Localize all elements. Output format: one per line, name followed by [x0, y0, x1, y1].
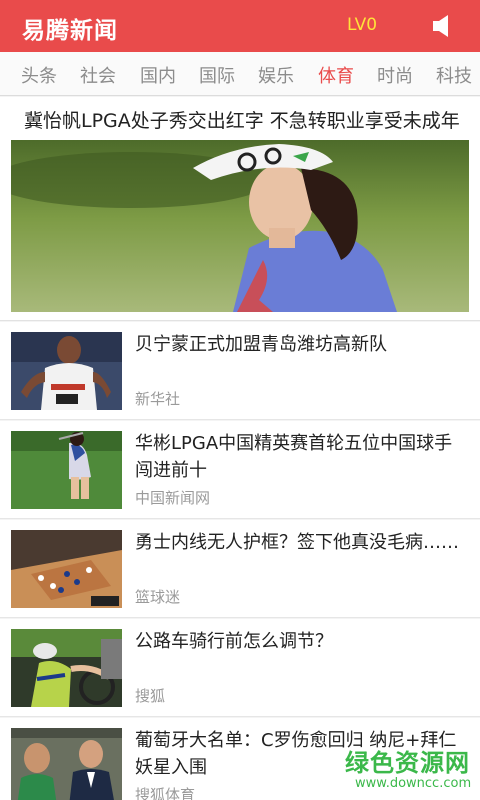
list-item[interactable]: 贝宁蒙正式加盟青岛潍坊高新队 新华社: [0, 322, 480, 420]
headline-image[interactable]: [11, 140, 469, 312]
headline-card[interactable]: 冀怡帆LPGA处子秀交出红字 不急转职业享受未成年: [0, 97, 480, 321]
news-title: 公路车骑行前怎么调节？: [135, 631, 333, 652]
tab-sports[interactable]: 体育: [318, 62, 354, 88]
news-title: 华彬LPGA中国精英赛首轮五位中国球手闯进前十: [135, 433, 453, 481]
tab-technology[interactable]: 科技: [436, 62, 472, 88]
news-thumbnail: [11, 629, 122, 707]
news-source: 篮球迷: [135, 588, 181, 606]
news-thumbnail: [11, 431, 122, 509]
list-item[interactable]: 勇士内线无人护框？签下他真没毛病…… 篮球迷: [0, 520, 480, 618]
watermark-url: www.downcc.com: [355, 776, 472, 791]
news-title: 勇士内线无人护框？签下他真没毛病……: [135, 532, 459, 553]
news-thumbnail: [11, 728, 122, 800]
tab-headlines[interactable]: 头条: [21, 62, 57, 88]
news-source: 新华社: [135, 390, 181, 408]
category-tabs: 头条 社会 国内 国际 娱乐 体育 时尚 科技: [0, 52, 480, 96]
user-level-badge[interactable]: LV0: [347, 15, 377, 35]
list-item[interactable]: 华彬LPGA中国精英赛首轮五位中国球手闯进前十 中国新闻网: [0, 421, 480, 519]
news-source: 中国新闻网: [135, 489, 211, 507]
watermark-title: 绿色资源网: [345, 749, 470, 777]
news-title: 贝宁蒙正式加盟青岛潍坊高新队: [135, 334, 387, 355]
tab-entertainment[interactable]: 娱乐: [258, 62, 294, 88]
site-watermark: 绿色资源网 www.downcc.com: [345, 743, 471, 797]
tab-domestic[interactable]: 国内: [140, 62, 176, 88]
speaker-icon[interactable]: [432, 15, 454, 37]
news-source: 搜狐: [135, 687, 166, 705]
news-source: 搜狐体育: [135, 786, 196, 800]
app-title: 易腾新闻: [22, 18, 118, 44]
app-header: 易腾新闻 LV0: [0, 0, 480, 52]
list-item[interactable]: 公路车骑行前怎么调节？ 搜狐: [0, 619, 480, 717]
news-thumbnail: [11, 332, 122, 410]
headline-title: 冀怡帆LPGA处子秀交出红字 不急转职业享受未成年: [24, 110, 460, 132]
tab-international[interactable]: 国际: [199, 62, 235, 88]
tab-fashion[interactable]: 时尚: [377, 62, 413, 88]
news-thumbnail: [11, 530, 122, 608]
tab-society[interactable]: 社会: [80, 62, 116, 88]
